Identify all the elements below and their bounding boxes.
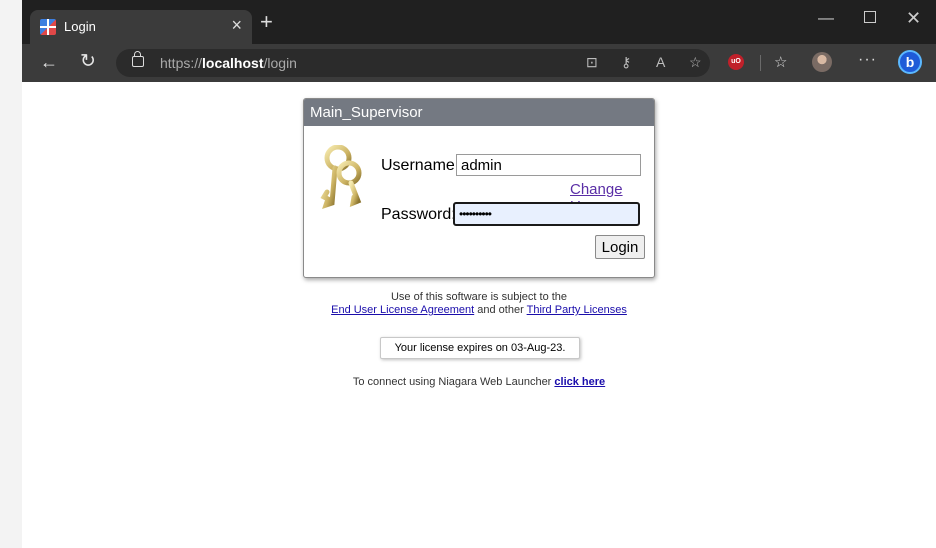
login-dialog: Main_Supervisor Username: Change User P <box>303 98 655 278</box>
tab-title: Login <box>64 19 96 34</box>
add-favorite-icon[interactable]: ☆ <box>689 54 702 71</box>
new-tab-icon[interactable]: + <box>260 11 273 33</box>
web-launcher-text: To connect using Niagara Web Launcher <box>352 376 555 388</box>
toolbar-divider <box>760 55 761 71</box>
back-icon[interactable]: ← <box>40 52 58 72</box>
eula-link[interactable]: End User License Agreement <box>331 304 474 316</box>
address-bar[interactable]: https://localhost/login ⊡ ⚷ A ☆ <box>116 49 710 77</box>
more-icon[interactable]: ··· <box>858 51 877 69</box>
eula-links: End User License Agreement and other Thi… <box>22 304 936 316</box>
app-available-icon[interactable]: ⊡ <box>586 54 598 71</box>
keys-icon <box>320 145 362 209</box>
url-text[interactable]: https://localhost/login <box>160 55 297 71</box>
maximize-icon[interactable] <box>864 11 876 23</box>
title-bar: Login × + — ✕ <box>22 0 936 44</box>
password-label: Password: <box>381 206 456 223</box>
minimize-icon[interactable]: — <box>818 10 834 28</box>
web-launcher-link[interactable]: click here <box>554 376 605 388</box>
station-title: Main_Supervisor <box>310 104 423 121</box>
lock-icon[interactable] <box>132 51 144 67</box>
eula-notice: Use of this software is subject to the <box>390 291 568 303</box>
web-launcher-notice: To connect using Niagara Web Launcher cl… <box>22 376 936 388</box>
ublock-icon[interactable]: uO <box>728 54 744 70</box>
close-window-icon[interactable]: ✕ <box>906 8 921 29</box>
third-party-licenses-link[interactable]: Third Party Licenses <box>527 304 627 316</box>
password-input[interactable] <box>453 202 640 226</box>
browser-tab-login[interactable]: Login × <box>30 10 252 44</box>
read-aloud-icon[interactable]: A <box>656 54 665 70</box>
license-expiry-badge: Your license expires on 03-Aug-23. <box>380 337 580 359</box>
profile-avatar[interactable] <box>812 52 832 72</box>
eula-and-text: and other <box>474 304 527 316</box>
address-toolbar: ← ↻ https://localhost/login ⊡ ⚷ A ☆ uO ☆… <box>22 44 936 82</box>
browser-window: Login × + — ✕ ← ↻ https://localhost/logi… <box>22 0 936 548</box>
login-button[interactable]: Login <box>595 235 645 259</box>
username-label: Username: <box>381 157 460 174</box>
password-key-icon[interactable]: ⚷ <box>621 54 631 71</box>
refresh-icon[interactable]: ↻ <box>80 52 96 72</box>
login-page: Main_Supervisor Username: Change User P <box>22 82 936 548</box>
login-header: Main_Supervisor <box>304 99 654 126</box>
bing-icon[interactable]: b <box>898 50 922 74</box>
favorites-icon[interactable]: ☆ <box>774 53 787 71</box>
username-input[interactable] <box>456 154 641 176</box>
tab-close-icon[interactable]: × <box>231 15 242 36</box>
niagara-favicon-icon <box>40 19 56 35</box>
